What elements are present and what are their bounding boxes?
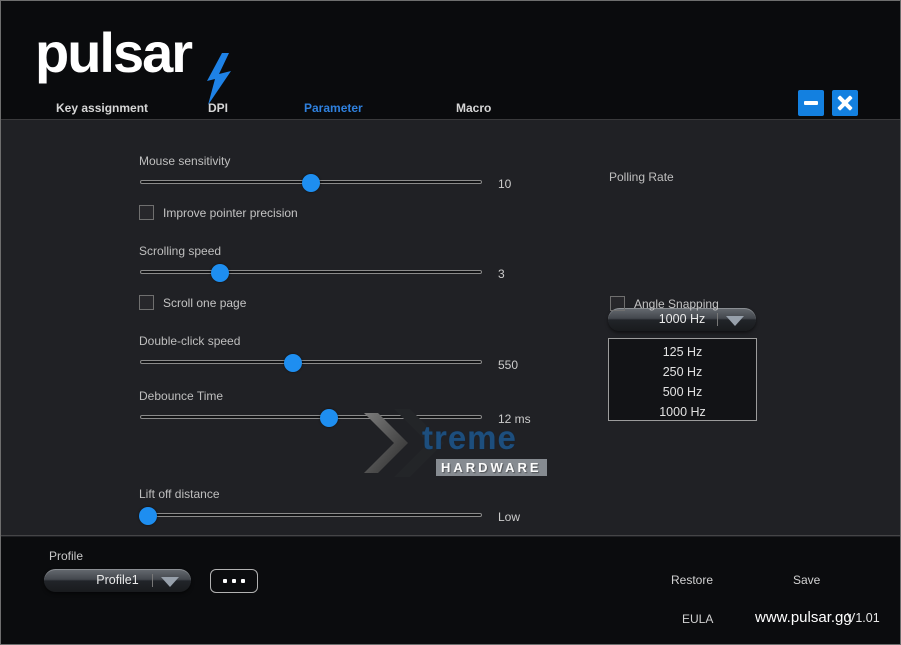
app-window: pulsar Key assignment DPI Parameter Macr… (0, 0, 901, 645)
profile-label: Profile (49, 549, 84, 563)
scrolling-speed-slider[interactable] (140, 264, 482, 282)
improve-pointer-precision-checkbox[interactable]: Improve pointer precision (139, 205, 298, 220)
tab-dpi[interactable]: DPI (208, 101, 228, 115)
minimize-icon (804, 101, 818, 105)
checkbox-box[interactable] (139, 295, 154, 310)
chevron-down-icon (161, 577, 179, 587)
scrolling-speed-thumb[interactable] (211, 264, 230, 282)
debounce-time-value: 12 ms (498, 412, 531, 426)
double-click-speed-slider[interactable] (140, 354, 482, 372)
scrolling-speed-value: 3 (498, 267, 505, 281)
mouse-sensitivity-thumb[interactable] (302, 174, 320, 192)
chevron-down-icon (726, 316, 744, 326)
profile-more-button[interactable] (210, 569, 258, 593)
debounce-time-slider[interactable] (140, 409, 482, 427)
eula-link[interactable]: EULA (682, 612, 713, 626)
polling-option-500[interactable]: 500 Hz (609, 382, 756, 402)
scrolling-speed-label: Scrolling speed (139, 244, 222, 258)
checkbox-box[interactable] (139, 205, 154, 220)
lift-off-distance-slider[interactable] (139, 507, 482, 525)
tab-macro[interactable]: Macro (456, 101, 491, 115)
mouse-sensitivity-label: Mouse sensitivity (139, 154, 231, 168)
tab-parameter[interactable]: Parameter (304, 101, 363, 115)
polling-rate-options-list: 125 Hz 250 Hz 500 Hz 1000 Hz (608, 338, 757, 421)
ellipsis-icon (223, 579, 227, 583)
header: pulsar Key assignment DPI Parameter Macr… (1, 1, 900, 120)
double-click-speed-label: Double-click speed (139, 334, 241, 348)
close-button[interactable] (832, 90, 858, 116)
tab-key-assignment[interactable]: Key assignment (56, 101, 148, 115)
version-text: V1.01 (847, 611, 880, 625)
polling-rate-label: Polling Rate (609, 170, 674, 184)
minimize-button[interactable] (798, 90, 824, 116)
debounce-time-thumb[interactable] (319, 409, 338, 427)
parameter-panel: Mouse sensitivity 10 Improve pointer pre… (1, 121, 900, 581)
scroll-one-page-checkbox[interactable]: Scroll one page (139, 295, 246, 310)
checkbox-box[interactable] (610, 296, 625, 311)
debounce-time-label: Debounce Time (139, 389, 224, 403)
lightning-bolt-icon (207, 53, 231, 105)
profile-dropdown[interactable]: Profile1 (44, 569, 191, 592)
angle-snapping-checkbox[interactable]: Angle Snapping (610, 296, 719, 311)
polling-option-1000[interactable]: 1000 Hz (609, 402, 756, 422)
polling-option-250[interactable]: 250 Hz (609, 362, 756, 382)
pulsar-logo: pulsar (35, 21, 193, 84)
footer: Profile Profile1 Restore Save EULA www.p… (1, 537, 900, 644)
mouse-sensitivity-value: 10 (498, 177, 512, 191)
double-click-speed-value: 550 (498, 358, 519, 372)
lift-off-distance-label: Lift off distance (139, 487, 220, 501)
lift-off-distance-value: Low (498, 510, 521, 524)
polling-rate-dropdown[interactable]: 1000 Hz (608, 308, 756, 331)
mouse-sensitivity-slider[interactable] (140, 174, 482, 192)
polling-option-125[interactable]: 125 Hz (609, 342, 756, 362)
restore-button[interactable]: Restore (671, 573, 713, 587)
watermark-hardware-text: HARDWARE (436, 459, 547, 476)
lift-off-distance-thumb[interactable] (139, 507, 158, 525)
double-click-speed-thumb[interactable] (283, 354, 302, 372)
save-button[interactable]: Save (793, 573, 820, 587)
website-link[interactable]: www.pulsar.gg (755, 609, 852, 626)
